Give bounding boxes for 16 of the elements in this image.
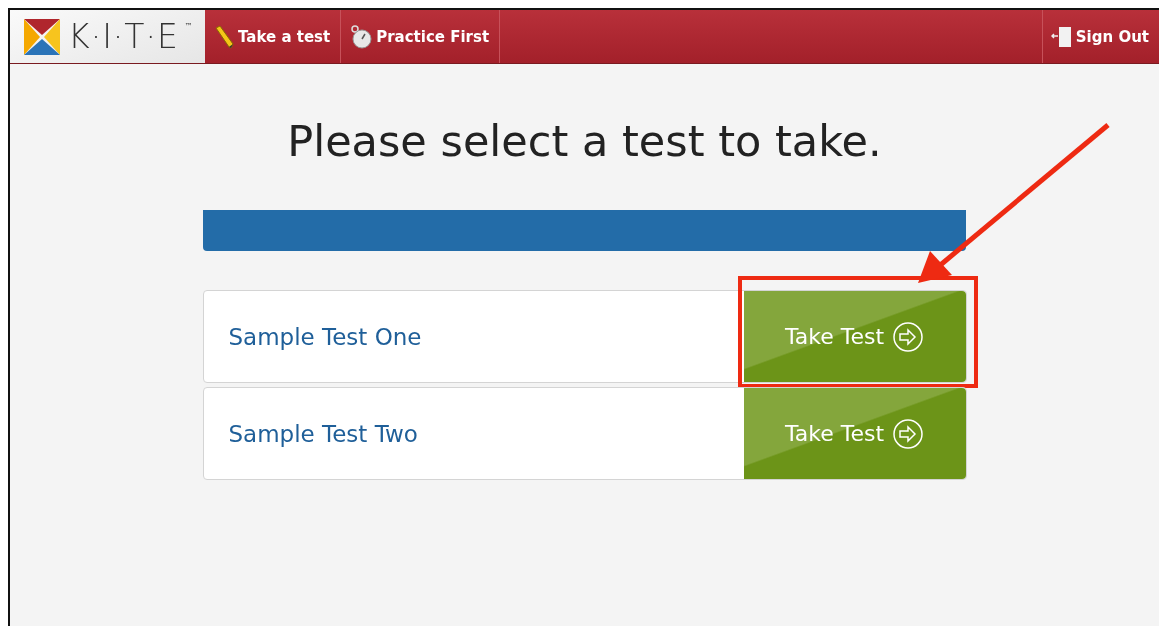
test-name: Sample Test One: [227, 323, 423, 350]
door-icon: [1050, 24, 1073, 49]
arrow-circle-icon: [892, 320, 925, 353]
logo-text: K·I·T·E: [68, 17, 179, 56]
page-heading: Please select a test to take.: [287, 116, 882, 166]
nav-link[interactable]: Practice First: [341, 10, 501, 63]
stopwatch-icon: [349, 24, 374, 49]
pencil-icon: [213, 24, 235, 49]
sign-out-link[interactable]: Sign Out: [1041, 10, 1159, 63]
nav-link[interactable]: Take a test: [205, 10, 342, 63]
take-test-button[interactable]: Take Test: [743, 291, 966, 382]
arrow-circle-icon: [892, 417, 925, 450]
logo-icon: [22, 16, 62, 57]
take-test-button[interactable]: Take Test: [743, 388, 966, 479]
trademark-mark: ™: [184, 22, 193, 31]
test-name: Sample Test Two: [227, 420, 419, 447]
